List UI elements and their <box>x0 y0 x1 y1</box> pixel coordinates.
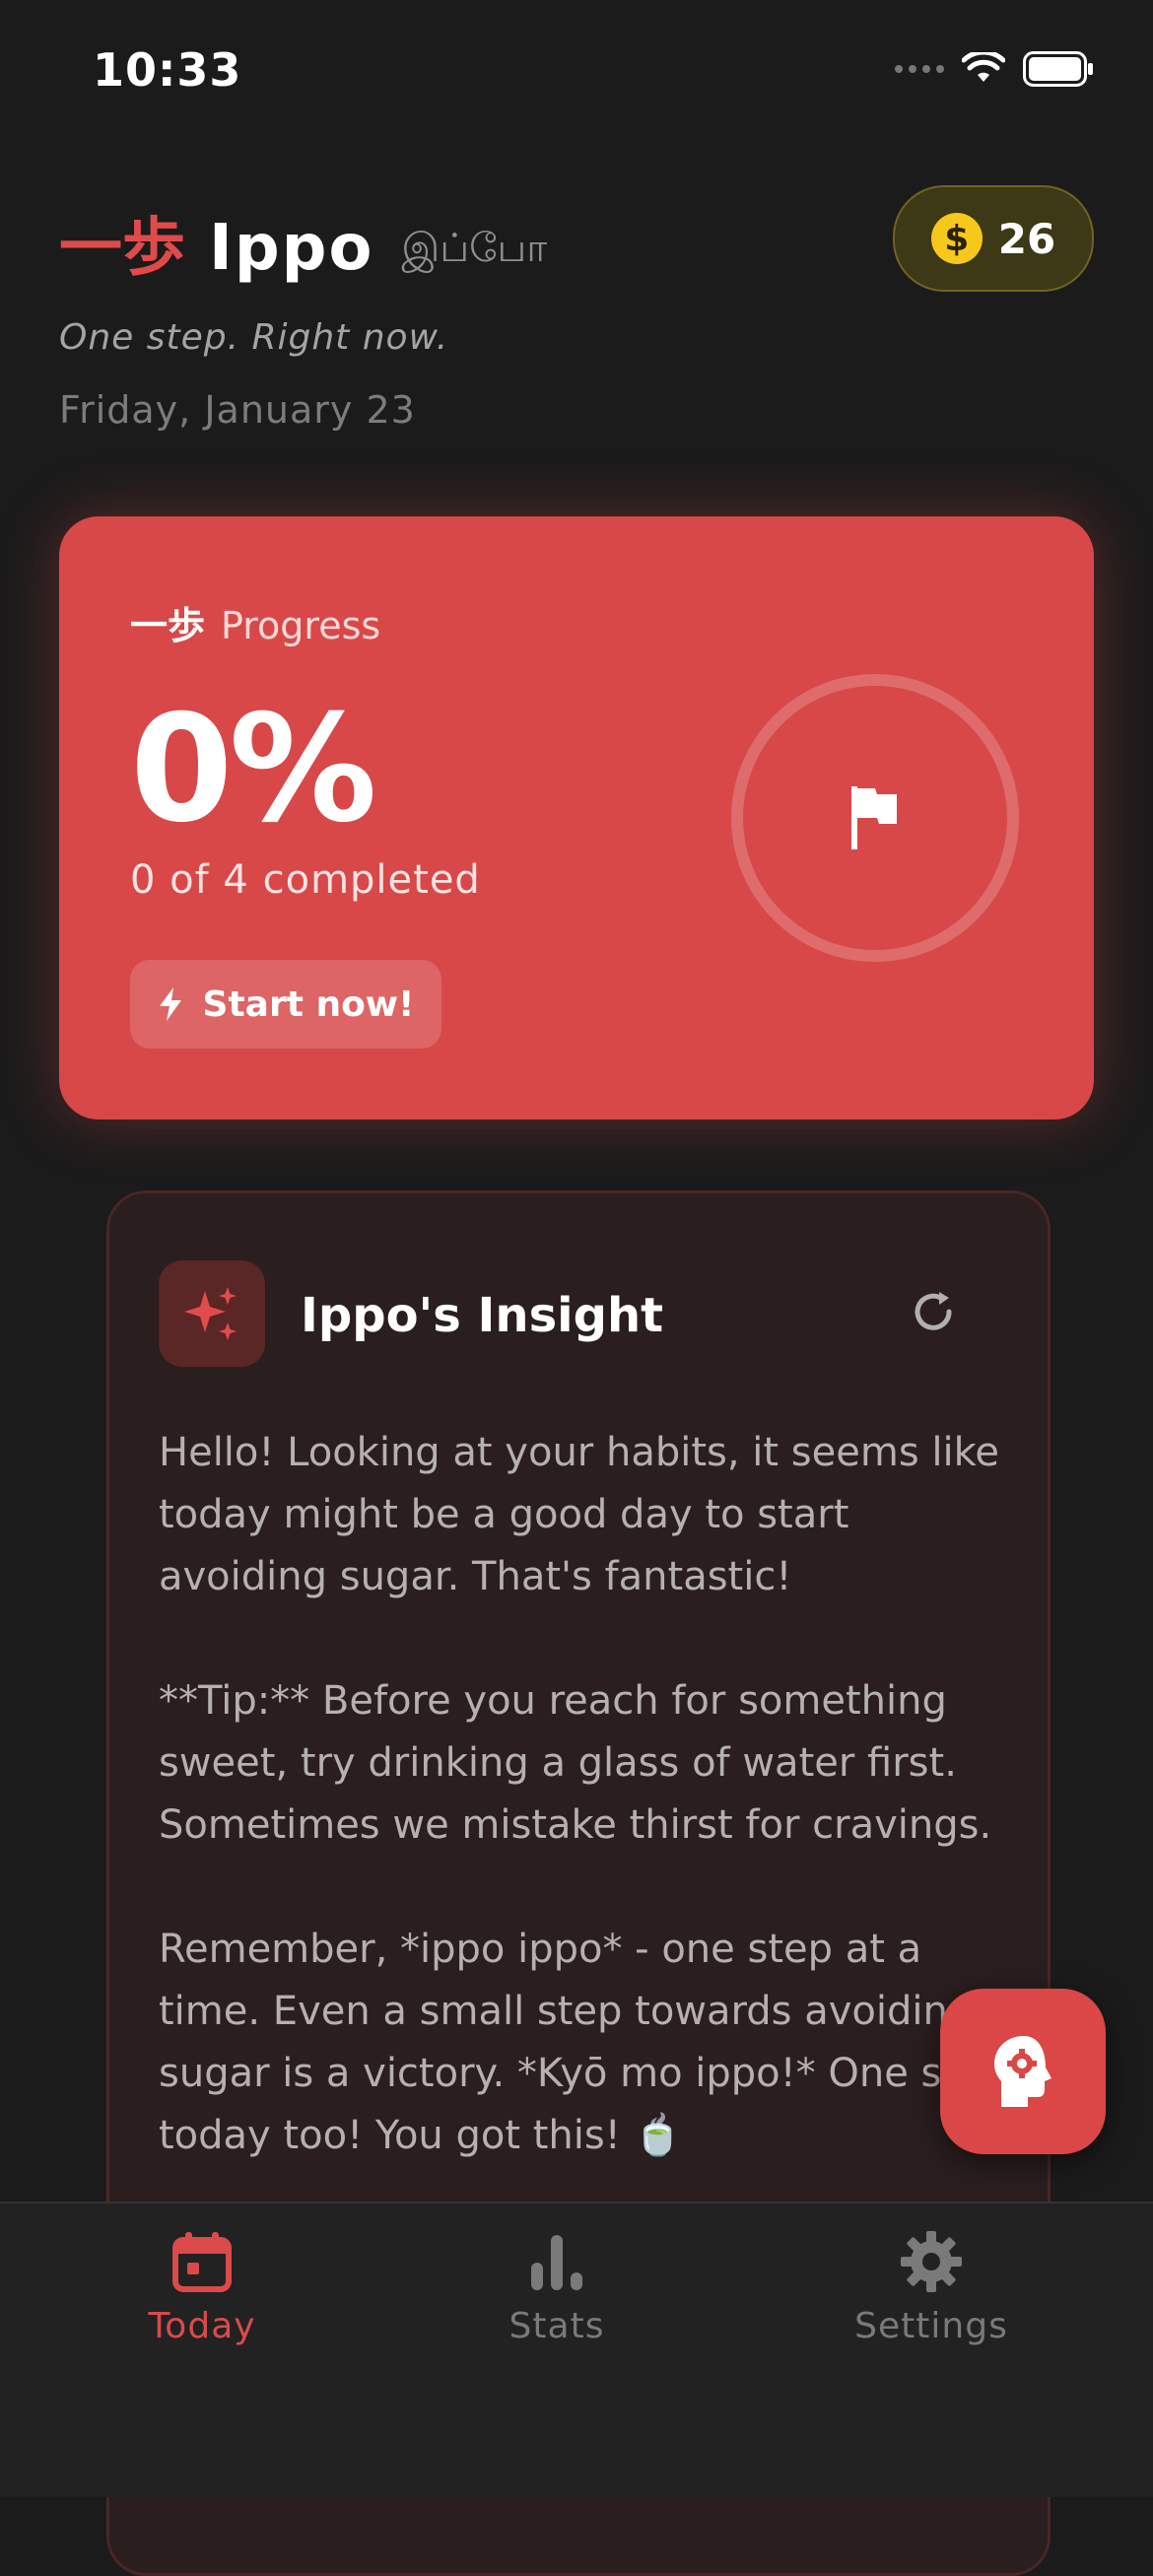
gear-icon <box>901 2231 962 2292</box>
start-now-label: Start now! <box>202 983 415 1025</box>
insight-paragraph: **Tip:** Before you reach for something … <box>159 1678 992 1848</box>
progress-label-kanji: 一歩 <box>130 604 206 647</box>
insight-text: Hello! Looking at your habits, it seems … <box>159 1422 1016 2229</box>
coin-balance-badge[interactable]: $ 26 <box>893 185 1094 292</box>
flag-icon <box>851 786 897 849</box>
progress-card: 一歩 Progress 0% 0 of 4 completed Start now… <box>59 516 1094 1119</box>
insight-title: Ippo's Insight <box>301 1288 664 1343</box>
ai-coach-button[interactable] <box>940 1989 1106 2154</box>
sparkles-icon <box>159 1260 265 1367</box>
coin-icon: $ <box>930 213 983 264</box>
start-now-button[interactable]: Start now! <box>130 960 441 1049</box>
refresh-icon <box>915 1292 952 1330</box>
refresh-insight-button[interactable] <box>906 1284 961 1339</box>
app-brand: 一歩 Ippo இப்போ <box>59 197 547 288</box>
progress-label: 一歩 Progress <box>130 595 380 649</box>
progress-ring <box>731 674 1019 962</box>
tab-today-label: Today <box>148 2306 256 2346</box>
lightning-icon <box>159 987 181 1021</box>
tab-bar: Today Stats Settings <box>0 2202 1153 2497</box>
brand-kanji: 一歩 <box>59 212 185 285</box>
tab-stats[interactable]: Stats <box>483 2231 631 2346</box>
progress-label-text: Progress <box>221 604 381 647</box>
brand-name: Ippo <box>209 212 374 285</box>
brand-tamil: இப்போ <box>401 226 548 271</box>
wifi-icon <box>962 52 1005 82</box>
current-date: Friday, January 23 <box>59 388 416 432</box>
tagline: One step. Right now. <box>59 317 449 358</box>
bar-chart-icon <box>531 2235 582 2290</box>
tab-settings[interactable]: Settings <box>848 2231 1015 2346</box>
progress-percent: 0% <box>130 684 377 855</box>
tab-stats-label: Stats <box>509 2306 605 2346</box>
tab-settings-label: Settings <box>854 2306 1008 2346</box>
progress-completed-count: 0 of 4 completed <box>130 857 481 903</box>
cellular-signal-icon <box>895 65 944 73</box>
status-time: 10:33 <box>93 43 242 97</box>
coin-count: 26 <box>997 214 1056 263</box>
insight-paragraph: Remember, *ippo ippo* - one step at a ti… <box>159 1927 1007 2158</box>
battery-icon <box>1023 51 1093 87</box>
status-icons <box>895 51 1094 87</box>
head-gear-icon <box>994 2036 1051 2107</box>
calendar-icon <box>172 2232 232 2292</box>
insight-paragraph: Hello! Looking at your habits, it seems … <box>159 1430 999 1599</box>
tab-today[interactable]: Today <box>128 2231 276 2346</box>
